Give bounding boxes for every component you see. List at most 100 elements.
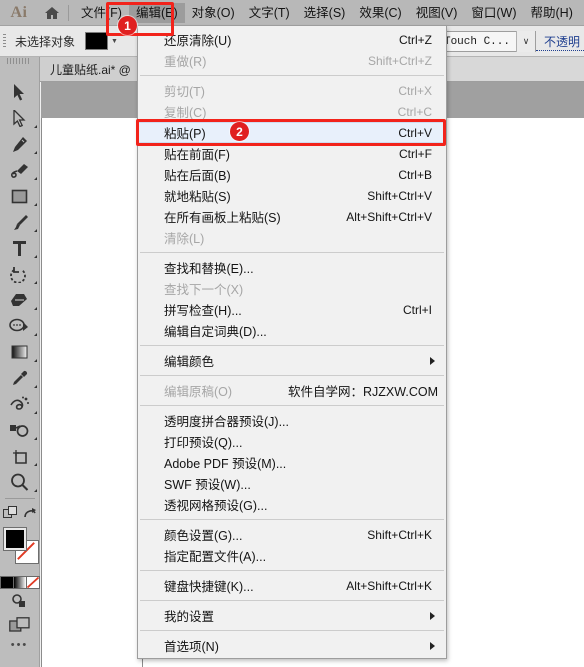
home-icon[interactable] bbox=[38, 0, 66, 26]
menu-item-label: 透视网格预设(G)... bbox=[164, 499, 268, 513]
eyedropper-tool[interactable] bbox=[0, 365, 40, 391]
symbol-sprayer-tool[interactable] bbox=[0, 391, 40, 417]
menubar-item-4[interactable]: 选择(S) bbox=[297, 3, 353, 23]
tool-group-corner-icon bbox=[33, 359, 37, 362]
menu-item-2-0[interactable]: 查找和替换(E)... bbox=[138, 257, 446, 278]
tool-group-corner-icon bbox=[33, 203, 37, 206]
rectangle-tool[interactable] bbox=[0, 183, 40, 209]
opacity-label[interactable]: 不透明 bbox=[535, 33, 584, 51]
menubar-item-8[interactable]: 帮助(H) bbox=[524, 3, 580, 23]
menu-item-label: 查找下一个(X) bbox=[164, 283, 244, 297]
menu-separator bbox=[140, 345, 444, 346]
artboard-tool[interactable] bbox=[0, 443, 40, 469]
gradient-tool[interactable] bbox=[0, 339, 40, 365]
menu-separator bbox=[140, 519, 444, 520]
menu-item-shortcut: Shift+Ctrl+V bbox=[367, 188, 432, 203]
zoom-tool[interactable] bbox=[0, 469, 40, 495]
fill-swatch-caret-icon[interactable]: ▼ bbox=[111, 38, 118, 45]
menu-item-shortcut: Shift+Ctrl+Z bbox=[367, 53, 432, 68]
tools-panel: ••• bbox=[0, 57, 40, 667]
drawing-mode-row bbox=[0, 502, 40, 524]
fill-stroke-control[interactable] bbox=[0, 526, 40, 572]
menu-item-1-6[interactable]: 在所有画板上粘贴(S) Alt+Shift+Ctrl+V bbox=[138, 206, 446, 227]
menu-item-9-0[interactable]: 首选项(N) bbox=[138, 635, 446, 656]
menu-item-7-0[interactable]: 键盘快捷键(K)... Alt+Shift+Ctrl+K bbox=[138, 575, 446, 596]
eraser-tool[interactable] bbox=[0, 287, 40, 313]
type-tool[interactable] bbox=[0, 235, 40, 261]
control-bar-grip[interactable] bbox=[0, 26, 9, 57]
menu-item-1-2[interactable]: 粘贴(P) Ctrl+V bbox=[138, 122, 446, 143]
menubar-items: 文件(F) 编辑(E) 对象(O) 文字(T) 选择(S) 效果(C) 视图(V) 窗口(W)… bbox=[74, 2, 580, 23]
document-tab[interactable]: 儿童贴纸.ai* @ bbox=[40, 57, 142, 81]
arrange-documents-button[interactable] bbox=[0, 612, 40, 636]
menu-item-5-0[interactable]: 透明度拼合器预设(J)... bbox=[138, 410, 446, 431]
selection-status: 未选择对象 bbox=[15, 34, 76, 49]
menu-item-6-1[interactable]: 指定配置文件(A)... bbox=[138, 545, 446, 566]
width-tool[interactable] bbox=[0, 313, 40, 339]
menu-item-5-3[interactable]: SWF 预设(W)... bbox=[138, 473, 446, 494]
fill-color-swatch[interactable] bbox=[2, 527, 27, 551]
menu-item-2-1[interactable]: 查找下一个(X) bbox=[138, 278, 446, 299]
menu-item-5-2[interactable]: Adobe PDF 预设(M)... bbox=[138, 452, 446, 473]
tool-group-corner-icon bbox=[33, 151, 37, 154]
submenu-arrow-icon bbox=[430, 356, 435, 365]
menu-item-label: 编辑自定词典(D)... bbox=[164, 325, 267, 339]
blob-brush-tool[interactable] bbox=[0, 157, 40, 183]
menu-item-2-3[interactable]: 编辑自定词典(D)... bbox=[138, 320, 446, 341]
fill-swatch-control[interactable]: ▼ bbox=[85, 32, 118, 50]
edit-menu-dropdown[interactable]: 还原清除(U) Ctrl+Z 重做(R) Shift+Ctrl+Z 剪切(T) Ctrl+… bbox=[137, 26, 447, 659]
brush-name-label: Touch C... bbox=[443, 35, 510, 48]
tools-panel-grip[interactable] bbox=[6, 58, 29, 64]
paintbrush-tool[interactable] bbox=[0, 209, 40, 235]
menu-separator bbox=[140, 375, 444, 376]
toolbar-more-options-icon[interactable]: ••• bbox=[0, 636, 40, 654]
menu-item-4-0[interactable]: 编辑原稿(O) 软件自学网：RJZXW.COM bbox=[138, 380, 446, 401]
color-mode-icon[interactable] bbox=[0, 575, 14, 589]
menu-item-shortcut: Ctrl+I bbox=[402, 302, 432, 317]
menu-item-label: 粘贴(P) bbox=[164, 127, 206, 141]
menu-item-label: 编辑原稿(O) bbox=[164, 385, 233, 399]
menu-bar: Ai 文件(F) 编辑(E) 对象(O) 文字(T) 选择(S) 效果(C) 视图(V) 窗口… bbox=[0, 0, 584, 26]
menu-item-0-0[interactable]: 还原清除(U) Ctrl+Z bbox=[138, 29, 446, 50]
menu-item-label: 透明度拼合器预设(J)... bbox=[164, 415, 289, 429]
change-screen-mode-button[interactable] bbox=[0, 590, 40, 612]
menubar-item-3[interactable]: 文字(T) bbox=[242, 3, 297, 23]
menubar-item-2[interactable]: 对象(O) bbox=[185, 3, 242, 23]
none-mode-icon[interactable] bbox=[25, 575, 40, 589]
menu-item-3-0[interactable]: 编辑颜色 bbox=[138, 350, 446, 371]
tool-group-corner-icon bbox=[33, 229, 37, 232]
menubar-item-6[interactable]: 视图(V) bbox=[409, 3, 465, 23]
menu-item-6-0[interactable]: 颜色设置(G)... Shift+Ctrl+K bbox=[138, 524, 446, 545]
menubar-item-5[interactable]: 效果(C) bbox=[352, 3, 408, 23]
tool-group-corner-icon bbox=[33, 385, 37, 388]
fill-swatch[interactable] bbox=[85, 32, 109, 50]
menu-item-0-1[interactable]: 重做(R) Shift+Ctrl+Z bbox=[138, 50, 446, 71]
direct-selection-tool[interactable] bbox=[0, 105, 40, 131]
menu-item-1-7[interactable]: 清除(L) bbox=[138, 227, 446, 248]
menu-item-1-5[interactable]: 就地粘贴(S) Shift+Ctrl+V bbox=[138, 185, 446, 206]
menu-item-5-1[interactable]: 打印预设(Q)... bbox=[138, 431, 446, 452]
menu-item-5-4[interactable]: 透视网格预设(G)... bbox=[138, 494, 446, 515]
menubar-item-7[interactable]: 窗口(W) bbox=[464, 3, 523, 23]
selection-tool[interactable] bbox=[0, 79, 40, 105]
menu-item-1-0[interactable]: 剪切(T) Ctrl+X bbox=[138, 80, 446, 101]
menu-item-1-1[interactable]: 复制(C) Ctrl+C bbox=[138, 101, 446, 122]
menu-item-8-0[interactable]: 我的设置 bbox=[138, 605, 446, 626]
menu-item-label: SWF 预设(W)... bbox=[164, 478, 251, 492]
gradient-mode-icon[interactable] bbox=[12, 575, 27, 589]
chevron-down-icon[interactable]: ∨ bbox=[515, 31, 535, 52]
menu-separator bbox=[140, 630, 444, 631]
rotate-tool[interactable] bbox=[0, 261, 40, 287]
menu-item-1-4[interactable]: 贴在后面(B) Ctrl+B bbox=[138, 164, 446, 185]
menu-item-1-3[interactable]: 贴在前面(F) Ctrl+F bbox=[138, 143, 446, 164]
tool-group-corner-icon bbox=[33, 281, 37, 284]
shape-builder-tool[interactable] bbox=[0, 417, 40, 443]
menu-item-2-2[interactable]: 拼写检查(H)... Ctrl+I bbox=[138, 299, 446, 320]
menubar-item-1[interactable]: 编辑(E) bbox=[128, 2, 185, 23]
menu-item-label: 在所有画板上粘贴(S) bbox=[164, 211, 281, 225]
tools-panel-header[interactable] bbox=[0, 57, 40, 79]
menubar-divider bbox=[68, 4, 69, 21]
annotation-badge-1: 1 bbox=[118, 16, 137, 35]
tool-group-corner-icon bbox=[33, 463, 37, 466]
pen-tool[interactable] bbox=[0, 131, 40, 157]
